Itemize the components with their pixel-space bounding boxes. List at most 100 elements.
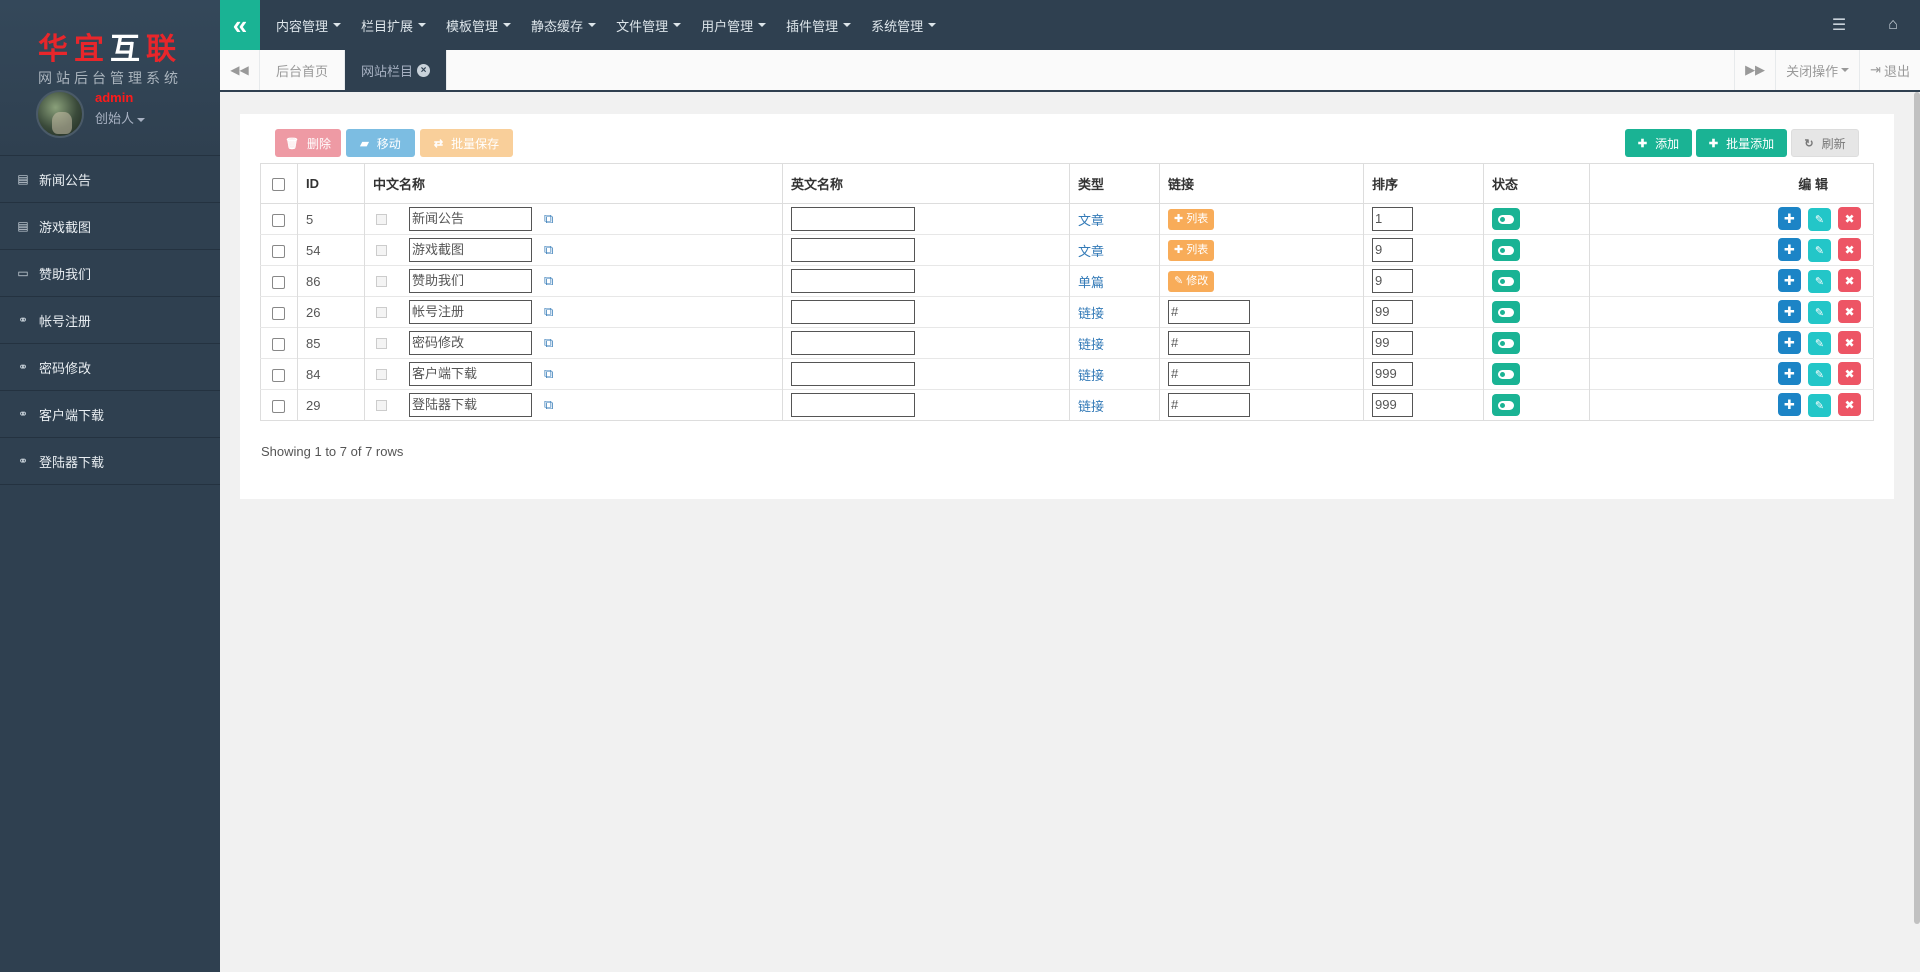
sort-input[interactable]: 999 (1372, 362, 1413, 386)
row-sub-checkbox[interactable] (376, 213, 387, 225)
en-name-input[interactable] (791, 238, 915, 262)
row-checkbox[interactable] (272, 399, 285, 413)
topnav-item-3[interactable]: 静态缓存 (521, 0, 606, 50)
status-toggle[interactable] (1492, 332, 1520, 354)
delete-row-button[interactable]: ✖ (1838, 362, 1861, 386)
close-icon[interactable]: × (417, 63, 431, 77)
row-sub-checkbox[interactable] (376, 399, 387, 411)
add-child-button[interactable]: ✚ (1778, 362, 1801, 386)
link-input[interactable]: # (1168, 300, 1250, 324)
external-link-icon[interactable]: ⧉ (544, 397, 553, 413)
list-icon[interactable]: ☰ (1812, 15, 1866, 35)
col-id[interactable]: ID (297, 163, 365, 204)
status-toggle[interactable] (1492, 270, 1520, 292)
en-name-input[interactable] (791, 331, 915, 355)
sort-input[interactable]: 1 (1372, 207, 1413, 231)
sidebar-item-5[interactable]: ⚭ 客户端下载 (0, 391, 220, 438)
edit-button[interactable]: ✎ (1808, 362, 1831, 386)
cn-name-input[interactable]: 登陆器下载 (409, 393, 532, 417)
row-sub-checkbox[interactable] (376, 306, 387, 318)
link-input[interactable]: # (1168, 331, 1250, 355)
batch-add-button[interactable]: ✚ 批量添加 (1696, 129, 1787, 157)
refresh-button[interactable]: ↻ 刷新 (1791, 129, 1859, 157)
edit-button[interactable]: ✎ (1808, 393, 1831, 417)
sort-input[interactable]: 9 (1372, 238, 1413, 262)
edit-button[interactable]: ✎ (1808, 269, 1831, 293)
status-toggle[interactable] (1492, 239, 1520, 261)
topnav-item-0[interactable]: 内容管理 (266, 0, 351, 50)
topnav-item-6[interactable]: 插件管理 (776, 0, 861, 50)
link-action-button[interactable]: ✎ 修改 (1168, 270, 1215, 292)
status-toggle[interactable] (1492, 394, 1520, 416)
external-link-icon[interactable]: ⧉ (544, 335, 553, 351)
status-toggle[interactable] (1492, 301, 1520, 323)
topnav-item-2[interactable]: 模板管理 (436, 0, 521, 50)
edit-button[interactable]: ✎ (1808, 238, 1831, 262)
close-ops-dropdown[interactable]: 关闭操作 (1775, 50, 1859, 90)
select-all-checkbox[interactable] (272, 178, 285, 192)
move-button[interactable]: ▰ 移动 (346, 129, 415, 157)
add-child-button[interactable]: ✚ (1778, 269, 1801, 293)
avatar[interactable] (36, 90, 84, 138)
type-link[interactable]: 链接 (1078, 368, 1104, 383)
add-child-button[interactable]: ✚ (1778, 300, 1801, 324)
en-name-input[interactable] (791, 362, 915, 386)
en-name-input[interactable] (791, 207, 915, 231)
cn-name-input[interactable]: 帐号注册 (409, 300, 532, 324)
topnav-item-1[interactable]: 栏目扩展 (351, 0, 436, 50)
sidebar-toggle-button[interactable]: « (220, 0, 260, 50)
en-name-input[interactable] (791, 300, 915, 324)
cn-name-input[interactable]: 新闻公告 (409, 207, 532, 231)
type-link[interactable]: 文章 (1078, 213, 1104, 228)
link-action-button[interactable]: ✚ 列表 (1168, 239, 1215, 261)
edit-button[interactable]: ✎ (1808, 331, 1831, 355)
row-sub-checkbox[interactable] (376, 337, 387, 349)
topnav-item-4[interactable]: 文件管理 (606, 0, 691, 50)
logout-button[interactable]: ⇥ 退出 (1859, 50, 1920, 90)
row-checkbox[interactable] (272, 275, 285, 289)
tabs-scroll-left-button[interactable]: ◀◀ (220, 50, 260, 90)
row-checkbox[interactable] (272, 368, 285, 382)
row-sub-checkbox[interactable] (376, 368, 387, 380)
cn-name-input[interactable]: 密码修改 (409, 331, 532, 355)
row-checkbox[interactable] (272, 213, 285, 227)
sort-input[interactable]: 99 (1372, 300, 1413, 324)
tabs-scroll-right-button[interactable]: ▶▶ (1734, 50, 1775, 90)
tab-home[interactable]: 后台首页 (260, 50, 346, 90)
external-link-icon[interactable]: ⧉ (544, 304, 553, 320)
external-link-icon[interactable]: ⧉ (544, 242, 553, 258)
sidebar-item-1[interactable]: ▤ 游戏截图 (0, 203, 220, 250)
sort-input[interactable]: 99 (1372, 331, 1413, 355)
cn-name-input[interactable]: 客户端下载 (409, 362, 532, 386)
cn-name-input[interactable]: 游戏截图 (409, 238, 532, 262)
external-link-icon[interactable]: ⧉ (544, 273, 553, 289)
bank-icon[interactable]: ⌂ (1866, 16, 1920, 34)
sidebar-item-0[interactable]: ▤ 新闻公告 (0, 156, 220, 203)
add-child-button[interactable]: ✚ (1778, 331, 1801, 355)
sidebar-item-4[interactable]: ⚭ 密码修改 (0, 344, 220, 391)
delete-row-button[interactable]: ✖ (1838, 207, 1861, 231)
type-link[interactable]: 链接 (1078, 399, 1104, 414)
type-link[interactable]: 单篇 (1078, 275, 1104, 290)
en-name-input[interactable] (791, 269, 915, 293)
cn-name-input[interactable]: 赞助我们 (409, 269, 532, 293)
status-toggle[interactable] (1492, 363, 1520, 385)
row-checkbox[interactable] (272, 337, 285, 351)
edit-button[interactable]: ✎ (1808, 207, 1831, 231)
sort-input[interactable]: 999 (1372, 393, 1413, 417)
type-link[interactable]: 文章 (1078, 244, 1104, 259)
batch-save-button[interactable]: ⇄ 批量保存 (420, 129, 513, 157)
delete-row-button[interactable]: ✖ (1838, 331, 1861, 355)
edit-button[interactable]: ✎ (1808, 300, 1831, 324)
sidebar-item-3[interactable]: ⚭ 帐号注册 (0, 297, 220, 344)
type-link[interactable]: 链接 (1078, 306, 1104, 321)
delete-button[interactable]: 🗑 删除 (275, 129, 341, 157)
delete-row-button[interactable]: ✖ (1838, 393, 1861, 417)
add-child-button[interactable]: ✚ (1778, 207, 1801, 231)
delete-row-button[interactable]: ✖ (1838, 238, 1861, 262)
row-sub-checkbox[interactable] (376, 275, 387, 287)
en-name-input[interactable] (791, 393, 915, 417)
topnav-item-7[interactable]: 系统管理 (861, 0, 946, 50)
delete-row-button[interactable]: ✖ (1838, 269, 1861, 293)
scrollbar[interactable] (1914, 92, 1920, 924)
